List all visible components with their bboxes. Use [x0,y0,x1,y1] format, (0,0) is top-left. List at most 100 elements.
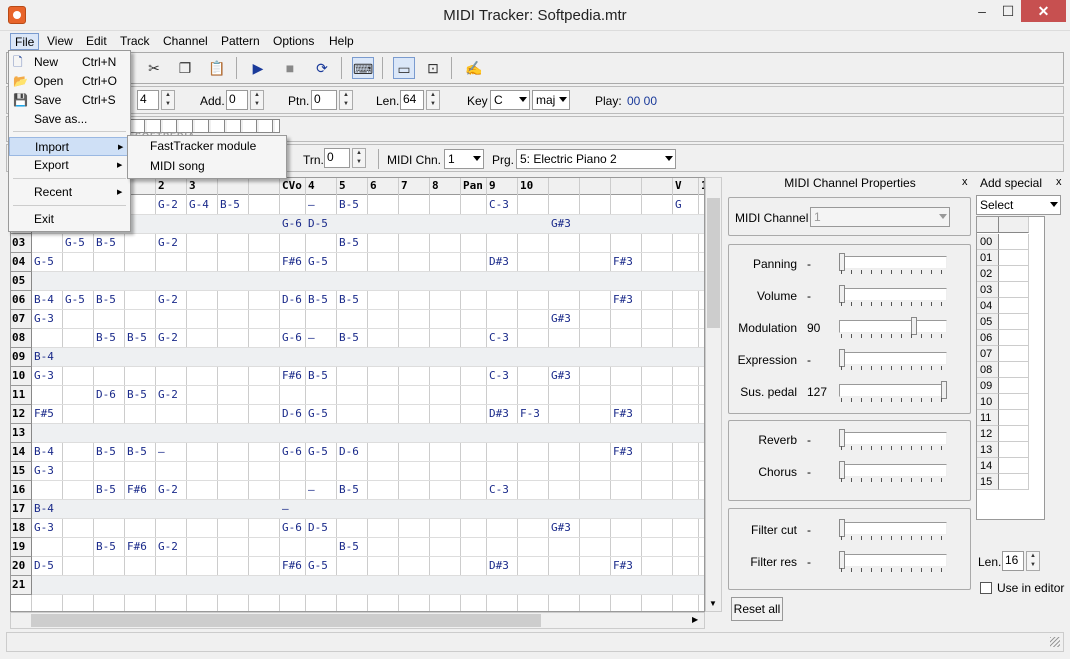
note-cell[interactable]: G-3 [32,519,63,537]
sus-pedal-slider[interactable] [839,381,949,402]
note-cell[interactable]: F-3 [518,405,549,423]
note-cell[interactable]: B-5 [94,443,125,461]
note-cell[interactable]: B-5 [337,234,368,252]
panning-slider[interactable] [839,253,949,274]
special-list-cell[interactable] [999,330,1029,346]
mode-select[interactable]: maj [532,90,570,110]
stop-icon[interactable]: ■ [279,57,301,79]
note-cell[interactable]: B-4 [32,500,63,518]
note-cell[interactable]: G#3 [549,519,580,537]
cut-icon[interactable]: ✂ [143,57,165,79]
menu-options[interactable]: Options [269,33,318,50]
scroll-down-icon[interactable]: ▼ [709,599,717,608]
reset-all-button[interactable]: Reset all [731,597,783,621]
special-list-item[interactable]: 09 [977,378,999,394]
use-in-editor-checkbox[interactable] [980,582,992,594]
special-list[interactable]: 00 01 02 03 04 05 06 07 08 09 10 11 12 13 14 15 [976,216,1045,520]
panning-slider-thumb[interactable] [839,253,845,271]
column-header[interactable]: V [673,178,699,195]
zoom-window-icon[interactable]: ⊡ [422,57,444,79]
note-cell[interactable]: F#3 [611,291,642,309]
note-cell[interactable]: B-5 [337,291,368,309]
note-cell[interactable]: F#6 [125,481,156,499]
note-cell[interactable]: C-3 [487,367,518,385]
add-field[interactable]: 0 [226,90,248,110]
special-list-item[interactable]: 10 [977,394,999,410]
filter-cut-slider-thumb[interactable] [839,519,845,537]
note-cell[interactable]: F#3 [611,443,642,461]
scroll-right-icon[interactable]: ▶ [692,615,698,624]
paste-icon[interactable]: 📋 [206,57,228,79]
special-list-item[interactable]: 03 [977,282,999,298]
file-menu-item-export[interactable]: Export ▶ [9,156,130,175]
import-midi-song-item[interactable]: MIDI song [150,159,205,173]
add-special-close-icon[interactable]: x [1056,176,1062,188]
keyboard-icon[interactable]: ⌨ [352,57,374,79]
note-cell[interactable]: D#3 [487,557,518,575]
column-header[interactable]: 9 [487,178,518,195]
column-header[interactable]: Pan [461,178,487,195]
special-list-cell[interactable] [999,394,1029,410]
trn-field[interactable]: 0 [324,148,350,168]
special-list-cell[interactable] [999,442,1029,458]
note-cell[interactable]: G [673,196,704,214]
note-cell[interactable]: G-2 [156,196,187,214]
note-cell[interactable]: B-5 [94,538,125,556]
note-cell[interactable]: G-4 [187,196,218,214]
special-list-cell[interactable] [999,282,1029,298]
note-cell[interactable]: D-5 [306,215,337,233]
special-select[interactable]: Select [976,195,1061,215]
note-cell[interactable]: B-4 [32,348,63,366]
note-cell[interactable]: G-2 [156,538,187,556]
note-cell[interactable]: G-3 [32,310,63,328]
loop-icon[interactable]: ⟳ [311,57,333,79]
sus-pedal-slider-thumb[interactable] [941,381,947,399]
maximize-button[interactable]: ☐ [995,0,1021,22]
menu-channel[interactable]: Channel [159,33,212,50]
special-list-cell[interactable] [999,362,1029,378]
special-list-cell[interactable] [999,474,1029,490]
note-cell[interactable]: G-2 [156,481,187,499]
special-list-cell[interactable] [999,314,1029,330]
note-cell[interactable]: F#3 [611,557,642,575]
note-cell[interactable]: F#6 [125,538,156,556]
column-header[interactable]: 8 [430,178,461,195]
add-spinner[interactable]: ▲ ▼ [250,90,264,110]
column-header[interactable]: 4 [306,178,337,195]
special-list-item[interactable]: 13 [977,442,999,458]
menu-edit[interactable]: Edit [82,33,111,50]
note-cell[interactable]: G-5 [306,557,337,575]
panel-close-icon[interactable]: x [962,176,968,188]
ptn-spinner[interactable]: ▲ ▼ [339,90,353,110]
note-cell[interactable]: D#3 [487,405,518,423]
modulation-slider[interactable] [839,317,949,338]
note-cell[interactable]: B-5 [94,481,125,499]
note-cell[interactable]: G-5 [63,291,94,309]
note-cell[interactable]: B-5 [94,329,125,347]
file-menu-item-import[interactable]: Import ▶ [9,137,130,156]
note-cell[interactable]: B-5 [337,329,368,347]
window-icon[interactable]: ▭ [393,57,415,79]
column-header[interactable]: CVo [280,178,306,195]
scroll-thumb[interactable] [31,614,541,627]
chorus-slider-thumb[interactable] [839,461,845,479]
note-cell[interactable]: – [306,329,337,347]
wand-icon[interactable]: ✍ [463,57,485,79]
filter-res-slider[interactable] [839,551,949,572]
special-list-cell[interactable] [999,250,1029,266]
trn-spinner[interactable]: ▲ ▼ [352,148,366,168]
note-cell[interactable]: B-5 [306,291,337,309]
note-cell[interactable]: G#3 [549,310,580,328]
note-cell[interactable]: G-5 [306,253,337,271]
note-cell[interactable]: D-5 [306,519,337,537]
reverb-slider[interactable] [839,429,949,450]
special-list-item[interactable]: 12 [977,426,999,442]
file-menu-item-recent[interactable]: Recent ▶ [9,183,130,202]
special-len-field[interactable]: 16 [1002,551,1024,571]
note-cell[interactable]: G-2 [156,234,187,252]
note-cell[interactable]: B-4 [32,443,63,461]
note-cell[interactable]: B-5 [337,196,368,214]
note-cell[interactable]: G-5 [306,405,337,423]
close-button[interactable]: ✕ [1021,0,1066,22]
special-list-item[interactable]: 08 [977,362,999,378]
